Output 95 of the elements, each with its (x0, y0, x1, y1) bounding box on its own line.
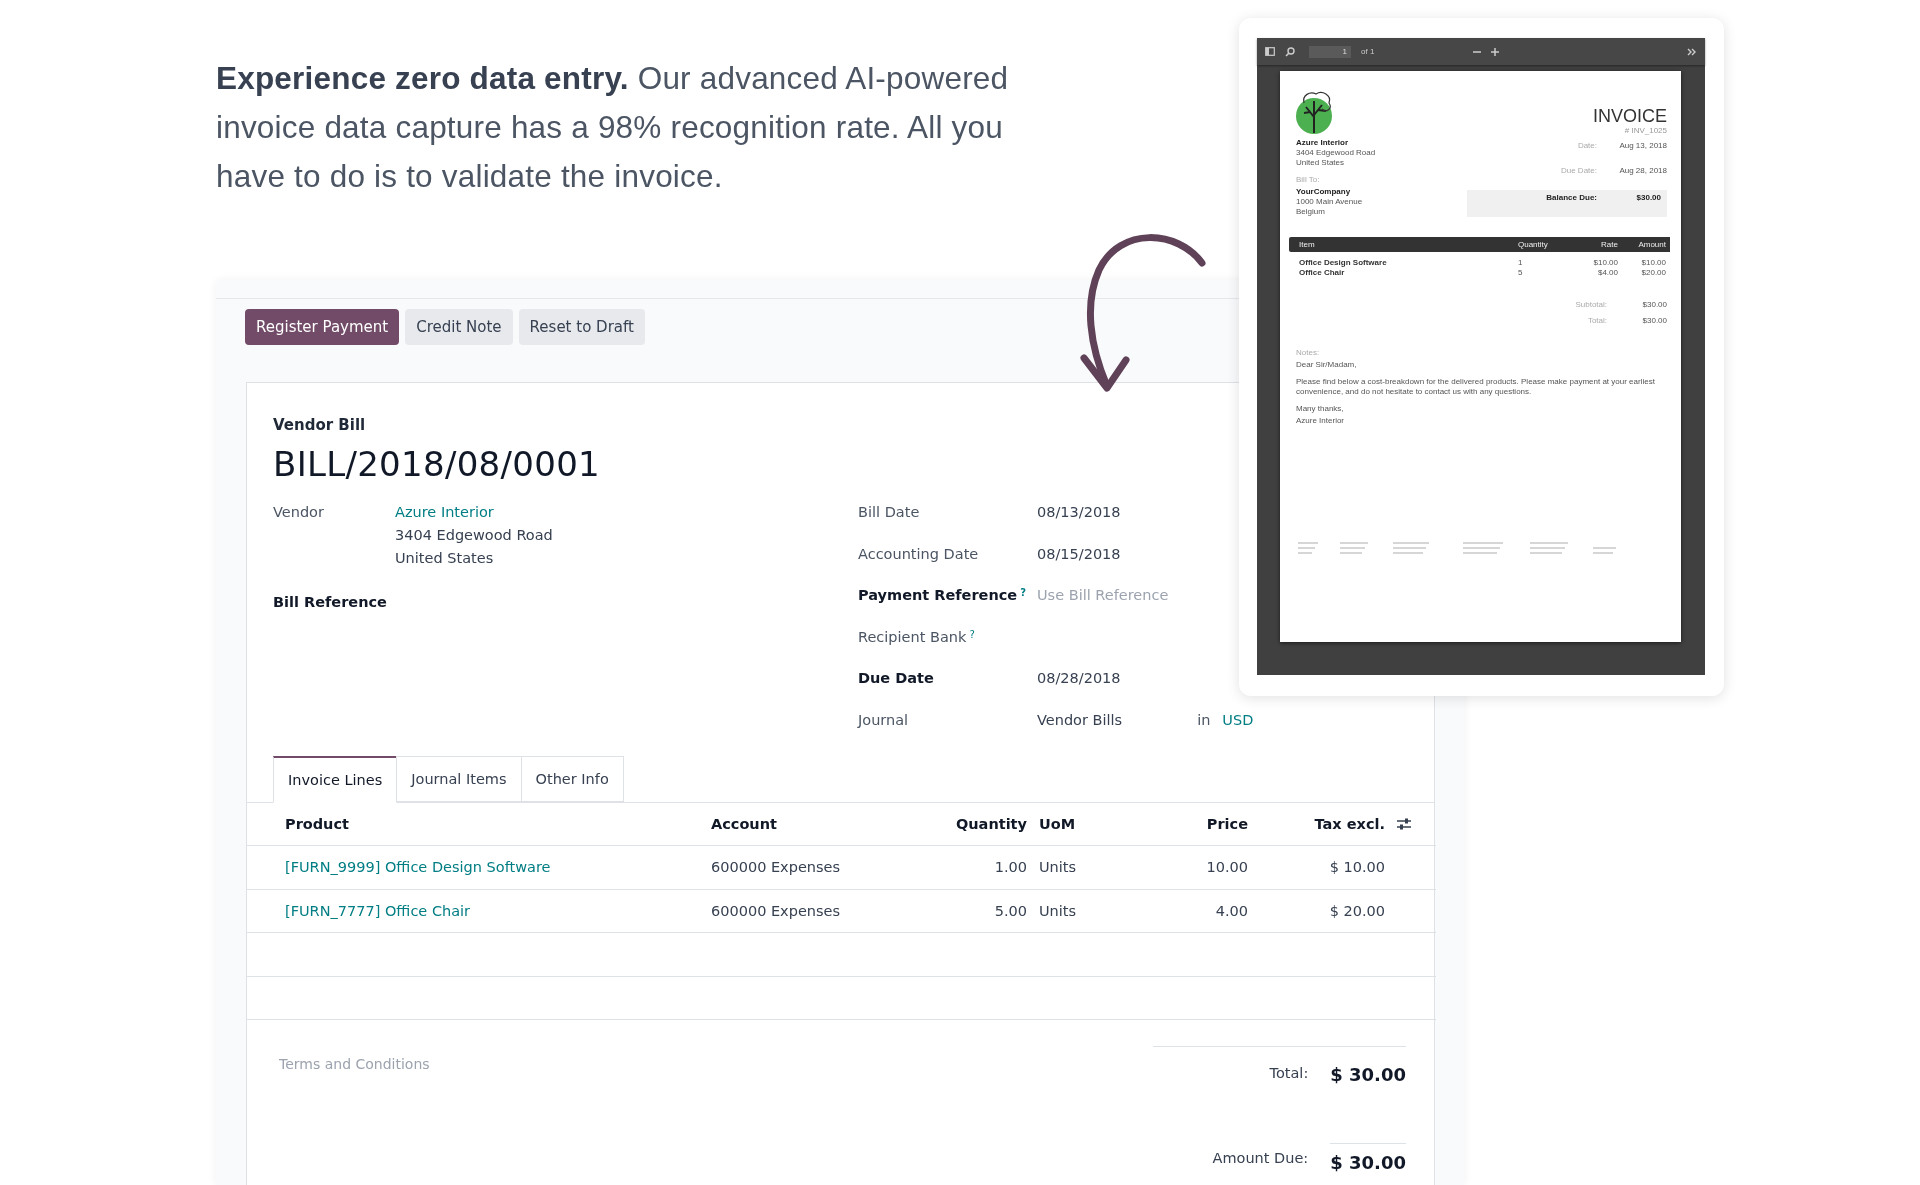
tab[interactable]: Invoice Lines (273, 755, 398, 803)
notes-text: Many thanks, (1296, 404, 1345, 414)
date-label: Date: (1576, 141, 1597, 152)
summary-value: $30.00 (1641, 300, 1667, 310)
search-icon[interactable] (1285, 46, 1295, 57)
date-value: Aug 13, 2018 (1618, 141, 1667, 152)
currency-link[interactable]: USD (1222, 711, 1254, 728)
field-label: Payment Reference (858, 587, 1018, 604)
document-type: Vendor Bill (273, 416, 366, 434)
summary-value: $30.00 (1641, 316, 1667, 326)
field-label: Recipient Bank (858, 628, 967, 645)
recipient-address-line: YourCompany (1296, 187, 1352, 197)
address-line: United States (395, 550, 495, 566)
item-table-cell-text: $20.00 (1640, 268, 1666, 278)
field-value: Vendor Bills (1037, 711, 1123, 728)
terms-field[interactable]: Terms and Conditions (279, 1056, 430, 1174)
intro-paragraph: Experience zero data entry. Our advanced AI-powered invoice data capture has a 98% recognition rate. All you have to do is to validate the invoice. (216, 59, 1010, 196)
column-header: Price (1139, 802, 1248, 847)
page-number-input[interactable]: 1 (1309, 45, 1351, 58)
field-label: Journal (858, 711, 909, 728)
column-header: Quantity (911, 802, 1027, 847)
item-table-cell-text: $10.00 (1592, 258, 1618, 268)
item-table-cell-text: $4.00 (1596, 268, 1618, 278)
notes-label: Notes: (1296, 348, 1321, 358)
field-value: 08/15/2018 (1037, 545, 1121, 562)
item-table-cell-text: 1 (1517, 258, 1524, 268)
table-cell: 5.00 (911, 889, 1027, 934)
table-cell: Units (1039, 846, 1139, 890)
bill-to-label: Bill To: (1296, 175, 1321, 185)
column-header: Account (711, 802, 911, 847)
sender-address-line: United States (1296, 158, 1346, 168)
item-table-cell-text: 5 (1517, 268, 1524, 278)
summary-label: Subtotal: (1574, 300, 1607, 310)
address-line: 3404 Edgewood Road (395, 527, 553, 543)
field-value: 08/28/2018 (1037, 670, 1121, 687)
item-table-header: Amount (1618, 237, 1666, 252)
column-header: Tax excl. (1248, 802, 1385, 847)
field-label: in (1197, 711, 1211, 728)
invoice-number: # INV_1025 (1623, 126, 1667, 136)
help-tooltip-link[interactable]: ? (969, 628, 975, 645)
recipient-address-line: Belgium (1296, 207, 1326, 217)
page-count: of 1 (1361, 47, 1375, 56)
total-value: $ 30.00 (1330, 1063, 1406, 1086)
field-label: Due Date (858, 670, 934, 687)
recipient-address-line: 1000 Main Avenue (1296, 197, 1364, 207)
register-payment-button[interactable]: Register Payment (245, 309, 400, 345)
notes-text: Dear Sir/Madam, (1296, 360, 1358, 370)
column-header: Product (285, 802, 711, 847)
product-link[interactable]: [FURN_9999] Office Design Software (285, 846, 711, 890)
action-button[interactable]: Credit Note (405, 309, 513, 345)
zoom-in-icon[interactable] (1491, 47, 1500, 56)
tab[interactable]: Journal Items (396, 755, 522, 802)
item-table-header: Item (1289, 237, 1508, 252)
field-placeholder[interactable]: Use Bill Reference (1037, 587, 1169, 604)
item-table-cell-text: Office Chair (1298, 268, 1346, 278)
balance-due-label: Balance Due: (1545, 193, 1597, 205)
bill-number: BILL/2018/08/0001 (273, 444, 601, 484)
item-table-header: Rate (1564, 237, 1618, 252)
settings-sliders-icon[interactable] (1396, 816, 1412, 831)
table-cell: 4.00 (1139, 889, 1248, 934)
table-cell: 600000 Expenses (711, 846, 911, 890)
table-cell: $ 20.00 (1248, 889, 1385, 934)
double-chevron-icon[interactable] (1687, 47, 1697, 56)
sender-address-line: Azure Interior (1296, 138, 1349, 148)
field-value: 08/13/2018 (1037, 504, 1121, 520)
action-button[interactable]: Reset to Draft (518, 309, 645, 345)
field-label: Vendor (273, 504, 324, 520)
notes-text: Azure Interior (1296, 416, 1346, 426)
table-cell: 10.00 (1139, 846, 1248, 890)
table-cell: $ 10.00 (1248, 846, 1385, 890)
date-label: Due Date: (1559, 165, 1597, 177)
date-value: Aug 28, 2018 (1618, 165, 1667, 177)
total-value: $ 30.00 (1330, 1143, 1406, 1174)
vendor-link[interactable]: Azure Interior (395, 504, 553, 520)
total-label: Amount Due: (1212, 1150, 1309, 1167)
sidebar-toggle-icon[interactable] (1265, 47, 1275, 56)
help-tooltip-link[interactable]: ? (1020, 587, 1026, 604)
table-cell: 1.00 (911, 846, 1027, 890)
notes-text: Please find below a cost-breakdown for the delivered products. Please make payment at your earliest convenience, and do not hesitate to contact us with any questions. (1296, 377, 1656, 397)
tab[interactable]: Other Info (520, 755, 624, 802)
field-label: Bill Reference (273, 594, 387, 610)
item-table-header: Quantity (1508, 237, 1564, 252)
item-table-cell-text: Office Design Software (1298, 258, 1388, 268)
item-table-cell-text: $10.00 (1640, 258, 1666, 268)
sender-address-line: 3404 Edgewood Road (1296, 148, 1376, 158)
field-label: Bill Date (858, 504, 920, 520)
invoice-title: INVOICE (1593, 107, 1667, 126)
summary-label: Total: (1586, 316, 1607, 326)
table-cell: Units (1039, 889, 1139, 934)
balance-due-value: $30.00 (1635, 193, 1662, 205)
table-cell: 600000 Expenses (711, 889, 911, 934)
column-header: UoM (1039, 802, 1139, 847)
product-link[interactable]: [FURN_7777] Office Chair (285, 889, 711, 934)
field-label: Accounting Date (858, 545, 979, 562)
total-label: Total: (1269, 1064, 1309, 1081)
